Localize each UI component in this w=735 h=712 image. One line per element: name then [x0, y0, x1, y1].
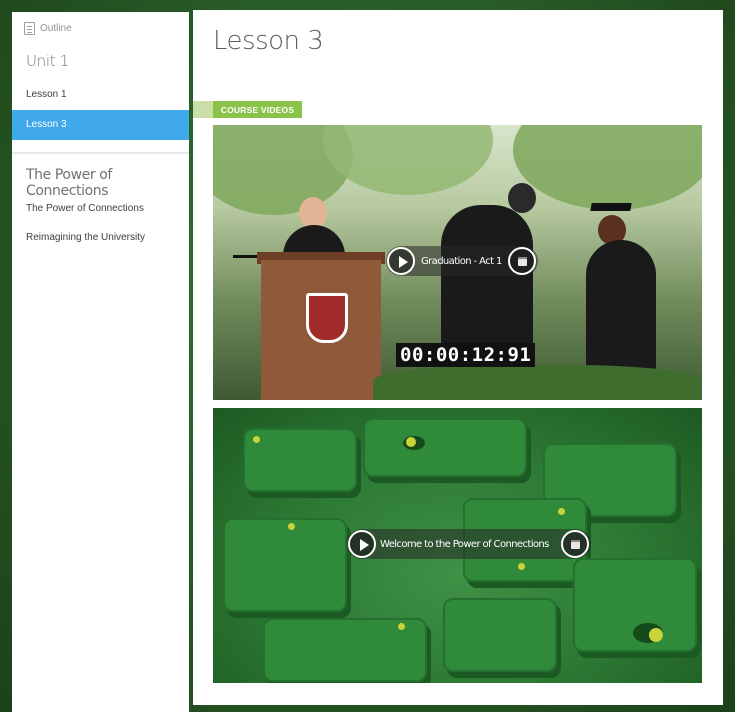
harvard-crest-icon — [306, 293, 348, 343]
outline-header[interactable]: Outline — [24, 22, 72, 35]
sidebar-item-label: Lesson 3 — [26, 119, 67, 130]
transcript-icon[interactable] — [507, 247, 536, 275]
maze-block — [243, 428, 357, 492]
video-title[interactable]: Graduation - Act 1 — [421, 256, 502, 267]
maze-ball — [398, 623, 405, 630]
play-icon[interactable] — [387, 247, 415, 275]
video-thumbnail-graduation[interactable]: Graduation - Act 1 00:00:12:91 — [213, 125, 702, 400]
tag-accent — [193, 101, 213, 118]
sidebar-item-lesson-3[interactable]: Lesson 3 — [12, 110, 189, 140]
sidebar-item-lesson-1[interactable]: Lesson 1 — [26, 89, 67, 100]
course-videos-tag: COURSE VIDEOS — [213, 101, 302, 118]
foliage — [513, 125, 702, 210]
outline-document-icon — [24, 22, 35, 35]
maze-block — [223, 518, 347, 612]
ferns — [373, 365, 702, 400]
maze-ball — [253, 436, 260, 443]
sidebar: Outline Unit 1 Lesson 1 Lesson 3 The Pow… — [12, 12, 189, 712]
video-thumbnail-welcome[interactable]: Welcome to the Power of Connections — [213, 408, 702, 683]
video-overlay: Welcome to the Power of Connections — [347, 529, 591, 559]
main-content: Lesson 3 COURSE VIDEOS Graduation - Act … — [193, 10, 723, 705]
maze-ball — [288, 523, 295, 530]
transcript-icon[interactable] — [560, 530, 589, 558]
maze-ball — [558, 508, 565, 515]
page-title: Lesson 3 — [213, 26, 324, 56]
video-timecode: 00:00:12:91 — [396, 343, 536, 367]
maze-block — [443, 598, 557, 672]
outline-label: Outline — [40, 23, 72, 34]
unit-title: Unit 1 — [26, 52, 70, 70]
graduation-cap — [590, 203, 632, 211]
foliage — [323, 125, 493, 195]
maze-ball — [518, 563, 525, 570]
maze-ball — [649, 628, 663, 642]
section-title: The Power of Connections — [26, 167, 112, 199]
video-title[interactable]: Welcome to the Power of Connections — [380, 539, 549, 550]
sidebar-divider — [12, 152, 189, 154]
graduate-head — [508, 183, 536, 213]
sidebar-item-reimagining-university[interactable]: Reimagining the University — [26, 232, 145, 243]
video-overlay: Graduation - Act 1 — [386, 246, 538, 276]
maze-ball — [406, 437, 416, 447]
play-icon[interactable] — [348, 530, 376, 558]
maze-block — [363, 418, 527, 477]
sidebar-item-power-of-connections[interactable]: The Power of Connections — [26, 203, 144, 214]
